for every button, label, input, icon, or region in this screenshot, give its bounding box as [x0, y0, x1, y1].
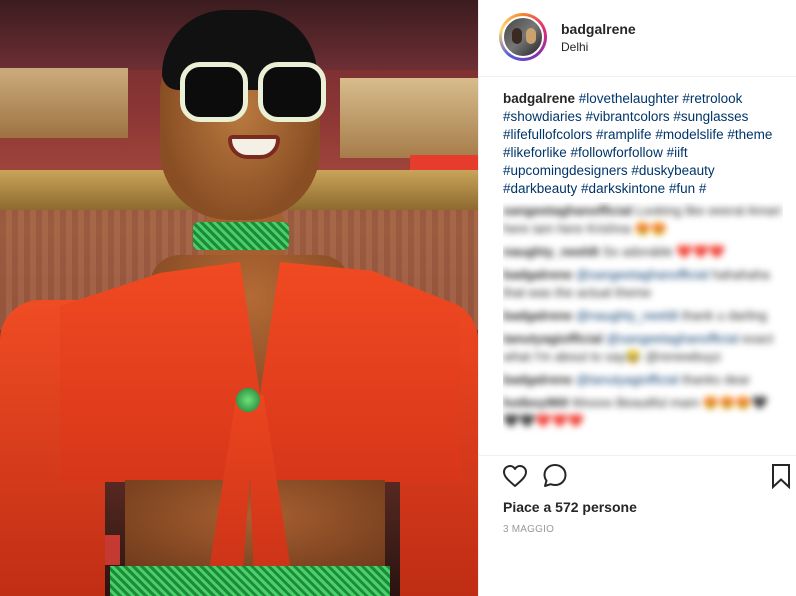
post-date[interactable]: 3 MAGGIO: [503, 524, 554, 535]
comment-item: badgalrene @tanutyagiofficial thanks dea…: [503, 371, 783, 389]
green-choker: [193, 222, 289, 250]
comment-username[interactable]: badgalrene: [503, 267, 572, 282]
comment-username[interactable]: badgalrene: [503, 372, 572, 387]
comments-list[interactable]: sangeetaghanofficial Looking like eeeral…: [503, 202, 783, 452]
comment-text: thanks dear: [682, 372, 751, 387]
caption-username[interactable]: badgalrene: [503, 91, 575, 106]
photo-light-right: [340, 78, 478, 158]
avatar-story-ring[interactable]: [499, 13, 547, 61]
comment-username[interactable]: badgalrene: [503, 308, 572, 323]
comment-mention[interactable]: @sangeetaghanofficial: [576, 267, 708, 282]
save-button[interactable]: [767, 462, 795, 490]
comment-item: badgalrene @sangeetaghanofficial hahahah…: [503, 266, 783, 302]
comment-item: hotboy969 Woooo Beautiful mam 😍😍😍🖤🖤🖤❤️❤️…: [503, 394, 783, 430]
green-button: [236, 388, 260, 412]
actions-divider: [479, 455, 796, 456]
photo-light-left: [0, 68, 128, 138]
comment-mention[interactable]: @tanutyagiofficial: [576, 372, 679, 387]
speech-bubble-icon: [543, 464, 567, 487]
comment-username[interactable]: hotboy969: [503, 395, 568, 410]
comment-text: thank u darling: [681, 308, 767, 323]
likes-count[interactable]: Piace a 572 persone: [503, 499, 637, 515]
caption-hashtags[interactable]: #lovethelaughter #retrolook #showdiaries…: [503, 91, 772, 196]
comment-item: sangeetaghanofficial Looking like eeeral…: [503, 202, 783, 238]
avatar[interactable]: [502, 16, 544, 58]
post-actions: [501, 462, 791, 492]
sunglasses-right-lens: [258, 62, 326, 122]
comment-item: badgalrene @naughty_neeldt thank u darli…: [503, 307, 783, 325]
comment-username[interactable]: naughty_neeldt: [503, 244, 599, 259]
comment-mention[interactable]: @sangeetaghanofficial: [606, 331, 738, 346]
like-button[interactable]: [501, 462, 529, 490]
heart-icon: [503, 465, 527, 487]
post-header: badgalrene Delhi: [479, 0, 796, 77]
comment-button[interactable]: [541, 462, 569, 490]
bookmark-icon: [772, 464, 790, 489]
comment-username[interactable]: sangeetaghanofficial: [503, 203, 632, 218]
comment-mention[interactable]: @naughty_neeldt: [576, 308, 678, 323]
comment-text: So adorable ❤️❤️❤️: [602, 244, 725, 259]
header-username[interactable]: badgalrene: [561, 21, 636, 37]
post-caption: badgalrene #lovethelaughter #retrolook #…: [503, 90, 785, 198]
comment-username[interactable]: tanutyagiofficial: [503, 331, 603, 346]
post-photo[interactable]: [0, 0, 478, 596]
comment-item: naughty_neeldt So adorable ❤️❤️❤️: [503, 243, 783, 261]
sunglasses: [180, 62, 330, 124]
comment-item: tanutyagiofficial @sangeetaghanofficial …: [503, 330, 783, 366]
header-location[interactable]: Delhi: [561, 40, 588, 54]
sunglasses-left-lens: [180, 62, 248, 122]
post-side-panel: badgalrene Delhi badgalrene #lovethelaug…: [478, 0, 796, 596]
green-sequin-skirt: [110, 566, 390, 596]
